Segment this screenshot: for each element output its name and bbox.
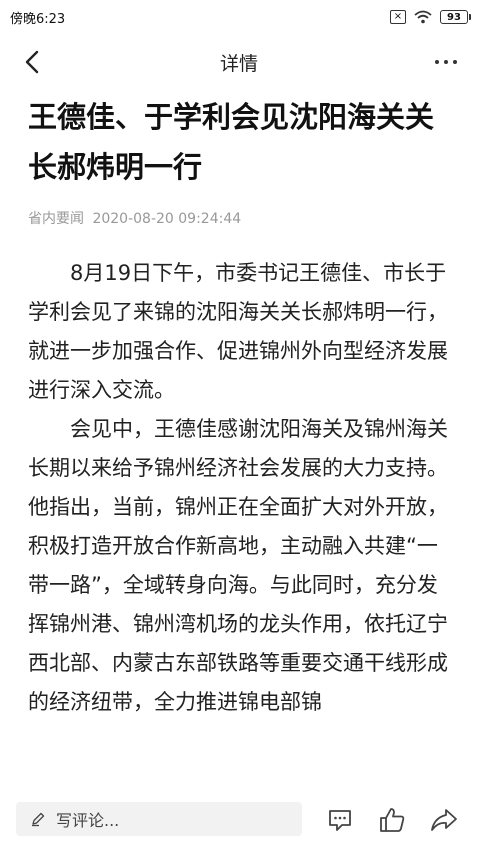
like-button[interactable] bbox=[376, 804, 408, 836]
article-body: 8月19日下午，市委书记王德佳、市长于学利会见了来锦的沈阳海关关长郝炜明一行，就… bbox=[28, 254, 456, 794]
more-dots-icon bbox=[435, 60, 439, 64]
bottom-toolbar: 写评论... bbox=[0, 796, 478, 850]
battery-icon: 93 bbox=[440, 10, 471, 24]
status-time: 傍晚6:23 bbox=[10, 11, 66, 27]
share-icon bbox=[431, 809, 457, 831]
article-paragraph-1: 8月19日下午，市委书记王德佳、市长于学利会见了来锦的沈阳海关关长郝炜明一行，就… bbox=[28, 261, 448, 402]
comment-button[interactable] bbox=[324, 804, 356, 836]
article-date: 2020-08-20 09:24:44 bbox=[92, 211, 242, 227]
article-paragraph-2: 会见中，王德佳感谢沈阳海关及锦州海关长期以来给予锦州经济社会发展的大力支持。他指… bbox=[28, 417, 448, 714]
nav-bar: 详情 bbox=[0, 40, 478, 84]
article-meta: 省内要闻 2020-08-20 09:24:44 bbox=[28, 208, 241, 228]
pencil-icon bbox=[32, 812, 45, 827]
article-title: 王德佳、于学利会见沈阳海关关长郝炜明一行 bbox=[28, 100, 435, 184]
content-fade bbox=[0, 770, 478, 798]
battery-level: 93 bbox=[447, 11, 461, 23]
page-title: 详情 bbox=[219, 52, 258, 75]
comment-input[interactable]: 写评论... bbox=[16, 802, 302, 836]
comment-icon bbox=[329, 810, 351, 831]
status-icons: × 93 bbox=[390, 10, 471, 24]
no-sim-icon: × bbox=[390, 10, 406, 24]
chevron-left-icon bbox=[25, 50, 39, 74]
share-button[interactable] bbox=[428, 804, 460, 836]
article-source: 省内要闻 bbox=[28, 211, 84, 227]
more-button[interactable] bbox=[428, 50, 464, 74]
back-button[interactable] bbox=[18, 48, 46, 76]
comment-placeholder: 写评论... bbox=[56, 811, 120, 830]
thumbs-up-icon bbox=[380, 808, 405, 832]
status-bar: 傍晚6:23 × 93 bbox=[0, 0, 478, 34]
wifi-icon bbox=[414, 10, 432, 24]
